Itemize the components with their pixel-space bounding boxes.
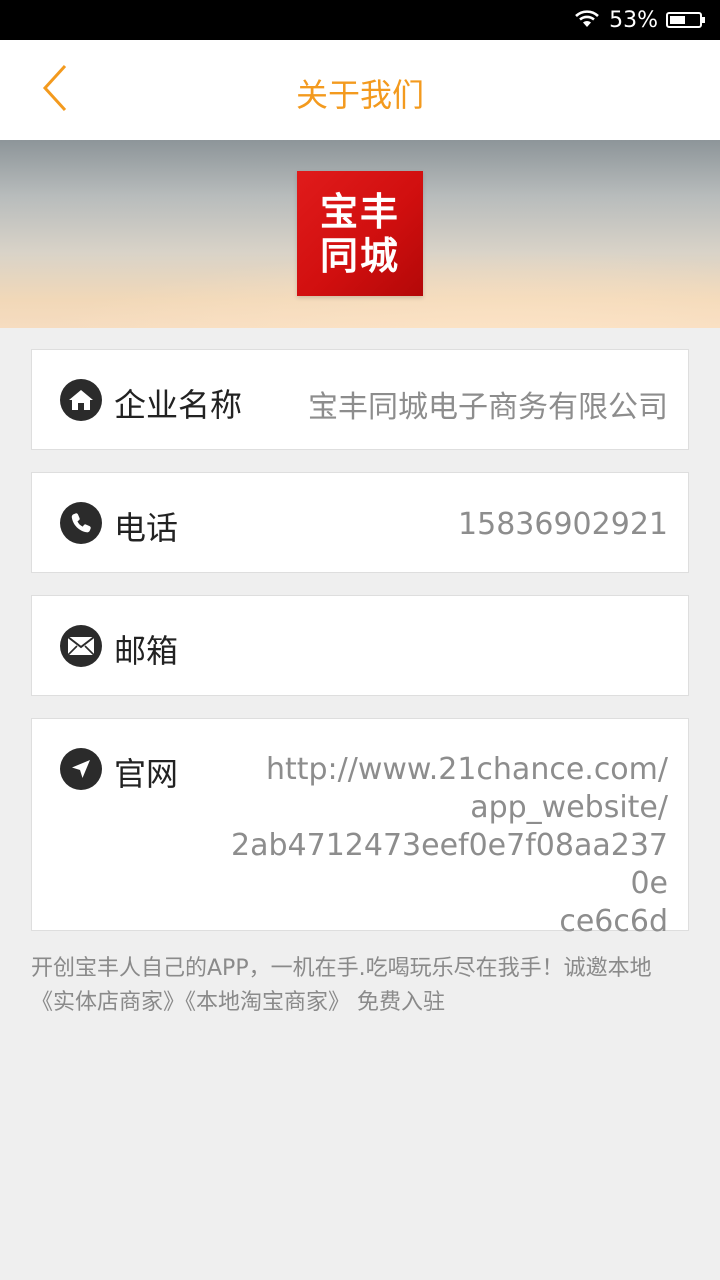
battery-fill xyxy=(670,16,685,24)
website-url[interactable]: http://www.21chance.com/ app_website/ 2a… xyxy=(218,751,668,941)
email-card: 邮箱 xyxy=(31,595,689,696)
phone-card[interactable]: 电话 15836902921 xyxy=(31,472,689,573)
company-name-value: 宝丰同城电子商务有限公司 xyxy=(308,390,668,425)
logo-line-2: 同城 xyxy=(319,233,400,278)
phone-value[interactable]: 15836902921 xyxy=(458,507,668,542)
logo-line-1: 宝丰 xyxy=(319,189,400,234)
status-bar: 53% xyxy=(0,0,720,40)
home-icon xyxy=(60,379,102,421)
app-logo: 宝丰 同城 xyxy=(297,171,423,296)
website-card[interactable]: 官网 http://www.21chance.com/ app_website/… xyxy=(31,718,689,939)
page-title: 关于我们 xyxy=(295,76,424,114)
battery-percent: 53% xyxy=(609,7,658,33)
email-label: 邮箱 xyxy=(114,632,179,670)
company-name-label: 企业名称 xyxy=(114,386,243,424)
footer-description: 开创宝丰人自己的APP，一机在手.吃喝玩乐尽在我手！诚邀本地《实体店商家》《本地… xyxy=(31,956,652,1015)
phone-label: 电话 xyxy=(114,509,179,547)
website-label: 官网 xyxy=(114,755,179,793)
location-arrow-icon xyxy=(60,748,102,790)
battery-icon xyxy=(666,12,705,28)
mail-icon xyxy=(60,625,102,667)
phone-icon xyxy=(60,502,102,544)
nav-bar: 关于我们 xyxy=(0,40,720,141)
wifi-icon xyxy=(573,7,601,33)
status-right: 53% xyxy=(573,0,705,40)
company-name-card: 企业名称 宝丰同城电子商务有限公司 xyxy=(31,349,689,450)
